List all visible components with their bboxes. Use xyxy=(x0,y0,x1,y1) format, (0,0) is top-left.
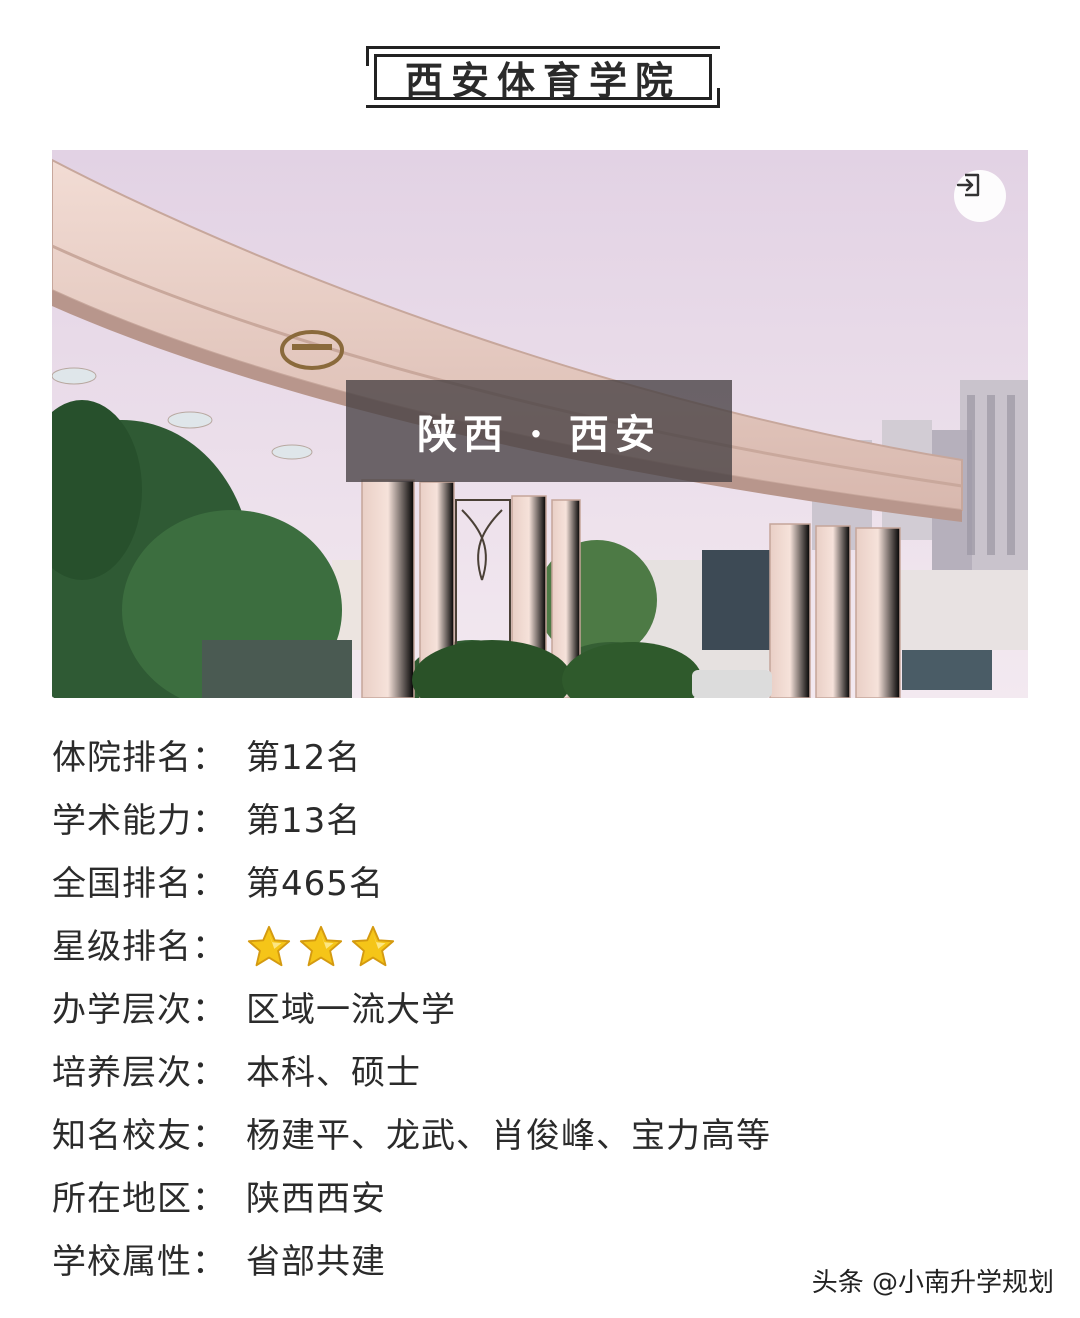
info-label: 全国排名： xyxy=(52,863,227,904)
info-label: 知名校友： xyxy=(52,1115,227,1156)
title-box: 西安体育学院 xyxy=(374,54,712,103)
info-label: 学术能力： xyxy=(52,800,227,841)
photo-caption-box: 陕西 · 西安 xyxy=(346,380,732,482)
info-value: 本科、硕士 xyxy=(246,1052,421,1093)
info-label: 星级排名： xyxy=(52,926,227,967)
info-row-region: 所在地区： 陕西西安 xyxy=(52,1167,952,1230)
star-icon xyxy=(299,925,343,966)
photo-caption: 陕西 · 西安 xyxy=(417,411,661,458)
star-rating xyxy=(246,924,396,970)
info-label: 学校属性： xyxy=(52,1241,227,1282)
title-frame-line xyxy=(366,105,720,108)
info-row-sports-rank: 体院排名： 第12名 xyxy=(52,726,952,789)
info-value: 杨建平、龙武、肖俊峰、宝力高等 xyxy=(246,1115,771,1156)
school-info-list: 体院排名： 第12名 学术能力： 第13名 全国排名： 第465名 星级排名： … xyxy=(52,726,952,1293)
info-row-star-rank: 星级排名： xyxy=(52,915,952,978)
page-title: 西安体育学院 xyxy=(404,58,681,103)
source-watermark: 头条 @小南升学规划 xyxy=(811,1268,1054,1298)
title-badge: 西安体育学院 xyxy=(366,40,720,114)
info-row-training-level: 培养层次： 本科、硕士 xyxy=(52,1041,952,1104)
info-value: 陕西西安 xyxy=(246,1178,386,1219)
campus-gate-photo: 陕西 · 西安 xyxy=(52,150,1028,698)
info-label: 所在地区： xyxy=(52,1178,227,1219)
info-label: 体院排名： xyxy=(52,737,227,778)
exit-button[interactable] xyxy=(954,170,1006,222)
info-label: 培养层次： xyxy=(52,1052,227,1093)
info-row-alumni: 知名校友： 杨建平、龙武、肖俊峰、宝力高等 xyxy=(52,1104,952,1167)
title-frame-line xyxy=(366,46,369,66)
star-icon xyxy=(247,925,291,966)
exit-icon xyxy=(956,173,980,197)
info-value: 第465名 xyxy=(246,863,384,904)
star-icon xyxy=(351,925,395,966)
info-value: 第13名 xyxy=(246,800,362,841)
info-value: 区域一流大学 xyxy=(246,989,456,1030)
info-value: 第12名 xyxy=(246,737,362,778)
info-row-academic-ability: 学术能力： 第13名 xyxy=(52,789,952,852)
info-row-school-level: 办学层次： 区域一流大学 xyxy=(52,978,952,1041)
title-frame-line xyxy=(717,88,720,108)
info-label: 办学层次： xyxy=(52,989,227,1030)
info-row-national-rank: 全国排名： 第465名 xyxy=(52,852,952,915)
info-value: 省部共建 xyxy=(246,1241,386,1282)
